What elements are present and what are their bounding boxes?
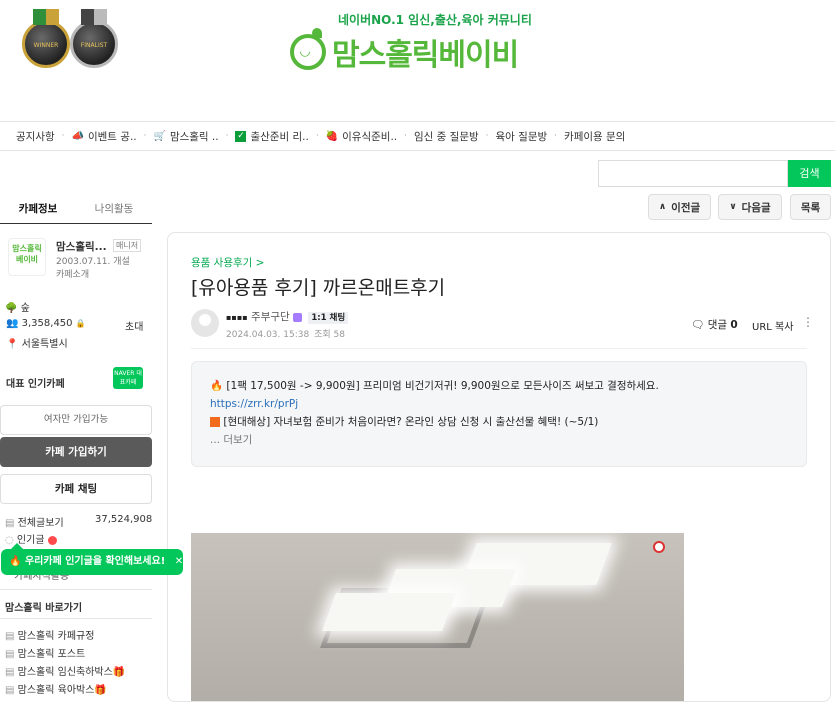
menu-item-event[interactable]: 📣 이벤트 공.. [72, 129, 137, 144]
menu-item-checklist[interactable]: ✓ 출산준비 리.. [235, 129, 309, 144]
menu-item-pregnancy-qna[interactable]: 임신 중 질문방 [414, 129, 479, 144]
join-cafe-button[interactable]: 카페 가입하기 [0, 437, 152, 467]
tree-icon: 🌳 [5, 303, 18, 314]
strawberry-icon: 🍓 [325, 130, 339, 142]
header-divider [191, 348, 807, 349]
notice-line-insurance[interactable]: [현대해상] 자녀보험 준비가 처음이라면? 온라인 상담 신청 시 출산선물 … [210, 413, 788, 431]
all-posts-count: 37,524,908 [95, 514, 153, 525]
winner-badge: WINNER [22, 9, 70, 68]
list-icon: ▤ [5, 518, 15, 529]
members-icon: 👥 [6, 318, 19, 329]
notice-more-link[interactable]: ... 더보기 [210, 431, 788, 449]
member-count[interactable]: 👥 3,358,450 🔒 [6, 318, 86, 329]
shortcut-pregnancy-box[interactable]: ▤ 맘스홀릭 임신축하박스🎁 [5, 663, 125, 678]
notice-line-diapers[interactable]: 🔥 [1팩 17,500원 -> 9,900원] 프리미엄 비건기저귀! 9,9… [210, 377, 788, 395]
board-icon: ▤ [5, 649, 15, 660]
notice-link[interactable]: https://zrr.kr/prPj [210, 395, 788, 413]
shortcut-rules[interactable]: ▤ 맘스홀릭 카페규정 [5, 627, 94, 642]
cafe-sidebar: 카페정보 나의활동 맘스홀릭 베이비 맘스홀릭... 매니저 2003.07.1… [0, 194, 152, 696]
logo-face-icon: ◡ [290, 28, 326, 70]
post-views: 조회 58 [314, 330, 345, 340]
search-button[interactable]: 검색 [788, 160, 831, 187]
tab-my-activity[interactable]: 나의활동 [76, 194, 152, 223]
tab-cafe-info[interactable]: 카페정보 [0, 194, 76, 223]
shortcut-post[interactable]: ▤ 맘스홀릭 포스트 [5, 645, 85, 660]
chevron-up-icon: ∧ [658, 202, 667, 212]
female-only-notice: 여자만 가입가능 [0, 405, 152, 435]
cafe-name[interactable]: 맘스홀릭... [56, 239, 107, 254]
close-icon[interactable]: ✕ [175, 556, 183, 567]
cafe-logo-link[interactable]: ◡ 맘스홀릭베이비 [290, 28, 519, 74]
post-photo-ceiling-lights [191, 533, 684, 701]
comment-icon: 🗨 [691, 319, 705, 331]
more-options-icon[interactable]: ⋮ [802, 315, 814, 329]
shortcut-parenting-box[interactable]: ▤ 맘스홀릭 육아박스🎁 [5, 681, 107, 696]
cafe-thumbnail[interactable]: 맘스홀릭 베이비 [8, 238, 46, 276]
megaphone-icon: 📣 [71, 130, 84, 142]
cafe-chat-button[interactable]: 카페 채팅 [0, 474, 152, 504]
menu-item-notice[interactable]: 공지사항 [16, 129, 55, 144]
menu-item-shop[interactable]: 🛒 맘스홀릭 .. [154, 129, 219, 144]
post-title: [유아용품 후기] 까르온매트후기 [191, 277, 446, 299]
cafe-since: 2003.07.11. 개설 [56, 257, 130, 267]
cafe-tagline: 네이버NO.1 임신,출산,육아 커뮤니티 [338, 13, 532, 27]
post-meta: 2024.04.03. 15:38 조회 58 [226, 327, 345, 340]
board-icon: ▤ [5, 685, 15, 696]
next-post-button[interactable]: ∨ 다음글 [718, 194, 782, 220]
board-menu-bar: 공지사항 · 📣 이벤트 공.. · 🛒 맘스홀릭 .. · ✓ 출산준비 리.. ·… [0, 121, 835, 151]
popular-posts-toast[interactable]: 🔥 우리카페 인기글을 확인해보세요! ✕ [1, 543, 183, 575]
one-to-one-chat-button[interactable]: 1:1 채팅 [308, 312, 349, 324]
article-container: 용품 사용후기 > [유아용품 후기] 까르온매트후기 ▪▪▪▪ 주부구단 1:… [167, 232, 831, 702]
cafe-search-input[interactable] [598, 160, 788, 187]
menu-item-babyfood[interactable]: 🍓 이유식준비.. [326, 129, 397, 144]
author-nickname-icon: ▪▪▪▪ [226, 313, 248, 322]
invite-link[interactable]: 초대 [125, 318, 143, 333]
level-badge-icon [293, 312, 303, 322]
prev-post-button[interactable]: ∧ 이전글 [648, 194, 711, 220]
finalist-badge: FINALIST [70, 9, 118, 68]
manager-label: 매니저 [113, 239, 142, 252]
all-posts-link[interactable]: ▤ 전체글보기 [5, 514, 64, 529]
fire-icon: 🔥 [210, 380, 224, 392]
location-pin-icon: 📍 [6, 339, 19, 350]
board-icon: ▤ [5, 667, 15, 678]
sidebar-divider [0, 618, 152, 619]
naver-badge-icon: NAVER 대표카페 [113, 367, 143, 389]
board-icon: ▤ [5, 631, 15, 642]
sidebar-divider [0, 589, 152, 590]
checkbox-icon: ✓ [235, 130, 247, 142]
menu-item-parenting-qna[interactable]: 육아 질문방 [496, 129, 548, 144]
board-breadcrumb[interactable]: 용품 사용후기 > [191, 255, 264, 270]
cart-icon: 🛒 [153, 130, 166, 142]
author-name[interactable]: 주부구단 [251, 311, 290, 323]
url-copy-button[interactable]: URL 복사 [752, 318, 793, 333]
cafe-intro-link[interactable]: 카페소개 [56, 267, 89, 280]
shortcut-title: 맘스홀릭 바로가기 [5, 603, 83, 614]
author-avatar[interactable] [191, 309, 219, 337]
comment-link[interactable]: 🗨 댓글 0 [691, 317, 738, 332]
post-date: 2024.04.03. 15:38 [226, 330, 310, 340]
author-row: ▪▪▪▪ 주부구단 1:1 채팅 [226, 309, 349, 324]
cafe-level: 🌳 숲 [5, 303, 30, 314]
menu-item-inquiry[interactable]: 카페이용 문의 [564, 129, 625, 144]
cafe-notice-box: 🔥 [1팩 17,500원 -> 9,900원] 프리미엄 비건기저귀! 9,9… [191, 361, 807, 467]
chevron-down-icon: ∨ [729, 202, 737, 212]
cafe-logo-text: 맘스홀릭베이비 [332, 38, 519, 73]
list-button[interactable]: 목록 [790, 194, 831, 220]
lock-icon: 🔒 [75, 319, 86, 328]
flame-icon: 🔥 [9, 556, 22, 567]
orange-square-icon [210, 417, 220, 427]
cafe-location: 📍 서울특별시 [6, 339, 68, 350]
new-badge [47, 535, 57, 545]
popular-cafe-label: 대표 인기카페 [6, 379, 65, 390]
